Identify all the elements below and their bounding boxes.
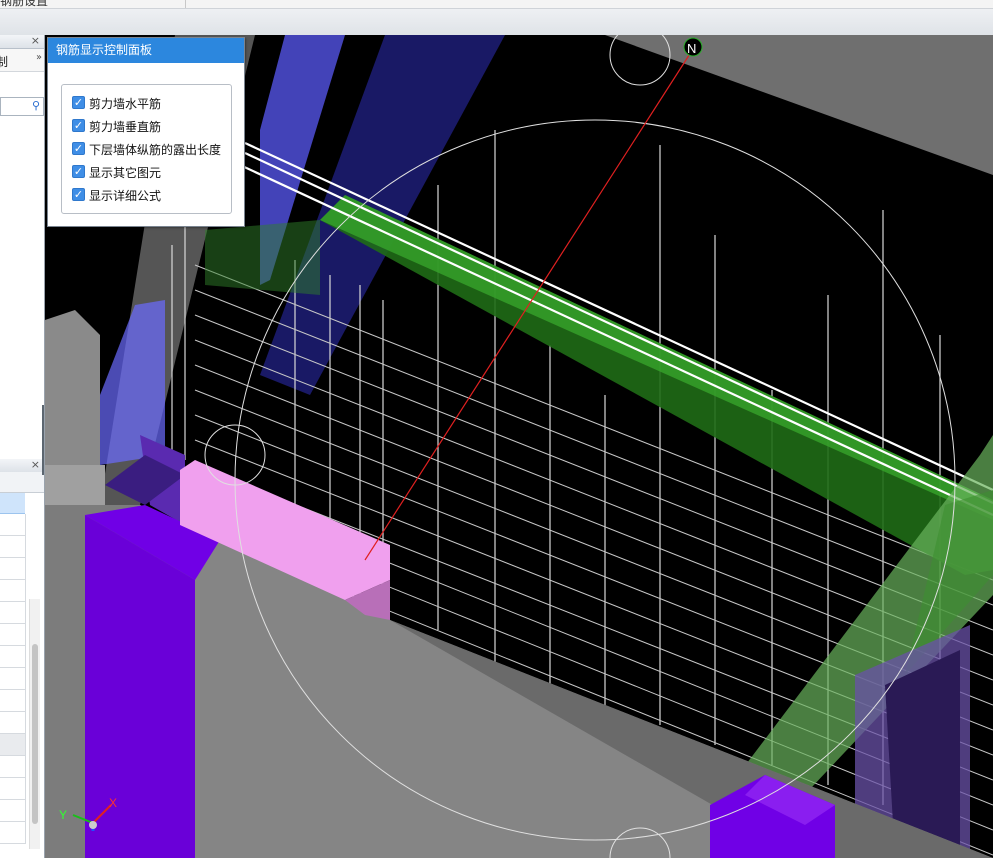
table-row[interactable] [0, 712, 26, 734]
property-grid-panel: × [0, 458, 44, 858]
rebar-display-control-panel: 钢筋显示控制面板 ✓ 剪力墙水平筋 ✓ 剪力墙垂直筋 ✓ 下层墙体纵筋的露出长度… [47, 37, 245, 227]
blue-column [100, 300, 165, 465]
menu-separator [185, 0, 186, 8]
wall-top-right [605, 35, 993, 175]
option-label: 显示其它图元 [89, 166, 162, 180]
table-row[interactable] [0, 668, 26, 690]
search-icon[interactable]: ⚲ [32, 99, 40, 112]
options-group: ✓ 剪力墙水平筋 ✓ 剪力墙垂直筋 ✓ 下层墙体纵筋的露出长度 ✓ 显示其它图元… [61, 84, 232, 214]
checkbox-checked[interactable]: ✓ [72, 188, 85, 201]
green-beam-left [205, 220, 320, 295]
table-row[interactable] [0, 756, 26, 778]
table-row[interactable] [0, 690, 26, 712]
toolbar-strip [0, 9, 993, 36]
menu-item-cut[interactable]: 钢筋设置 [0, 0, 48, 8]
scrollbar-thumb[interactable] [32, 644, 38, 824]
table-row[interactable] [0, 778, 26, 800]
wall-left-block [45, 465, 105, 505]
option-label: 剪力墙垂直筋 [89, 120, 162, 134]
checkbox-checked[interactable]: ✓ [72, 119, 85, 132]
table-row[interactable] [0, 646, 26, 668]
dock-header-lower: × [0, 458, 44, 473]
left-dock-panel: × 制 ›› ⚲ × [0, 35, 45, 858]
table-row[interactable] [0, 602, 26, 624]
table-row[interactable] [0, 536, 26, 558]
table-row[interactable] [0, 514, 26, 536]
dock-label: 制 [0, 53, 8, 70]
close-icon[interactable]: × [31, 458, 40, 471]
search-input[interactable]: ⚲ [0, 97, 44, 116]
option-label: 剪力墙水平筋 [89, 97, 162, 111]
grid-selected-row[interactable] [0, 493, 25, 514]
scrollbar[interactable] [29, 599, 40, 849]
close-icon[interactable]: × [31, 35, 40, 47]
wall-front-face [140, 505, 795, 858]
panel-title[interactable]: 钢筋显示控制面板 [48, 38, 244, 63]
axis-y-label: Y [59, 808, 67, 822]
table-row[interactable] [0, 580, 26, 602]
dock-label-row: 制 ›› [0, 49, 44, 72]
menu-strip: 钢筋设置 [0, 0, 993, 9]
compass-label: N [687, 41, 696, 56]
table-row[interactable] [0, 800, 26, 822]
axis-x-label: X [109, 796, 117, 810]
table-row[interactable] [0, 558, 26, 580]
option-label: 下层墙体纵筋的露出长度 [89, 143, 222, 157]
grid-tabs[interactable] [0, 472, 44, 493]
table-row[interactable] [0, 624, 26, 646]
checkbox-checked[interactable]: ✓ [72, 142, 85, 155]
dock-header: × [0, 35, 44, 49]
table-row[interactable] [0, 734, 26, 756]
expand-more-icon[interactable]: ›› [36, 52, 42, 63]
checkbox-checked[interactable]: ✓ [72, 165, 85, 178]
table-row[interactable] [0, 822, 26, 844]
option-label: 显示详细公式 [89, 189, 162, 203]
checkbox-checked[interactable]: ✓ [72, 96, 85, 109]
